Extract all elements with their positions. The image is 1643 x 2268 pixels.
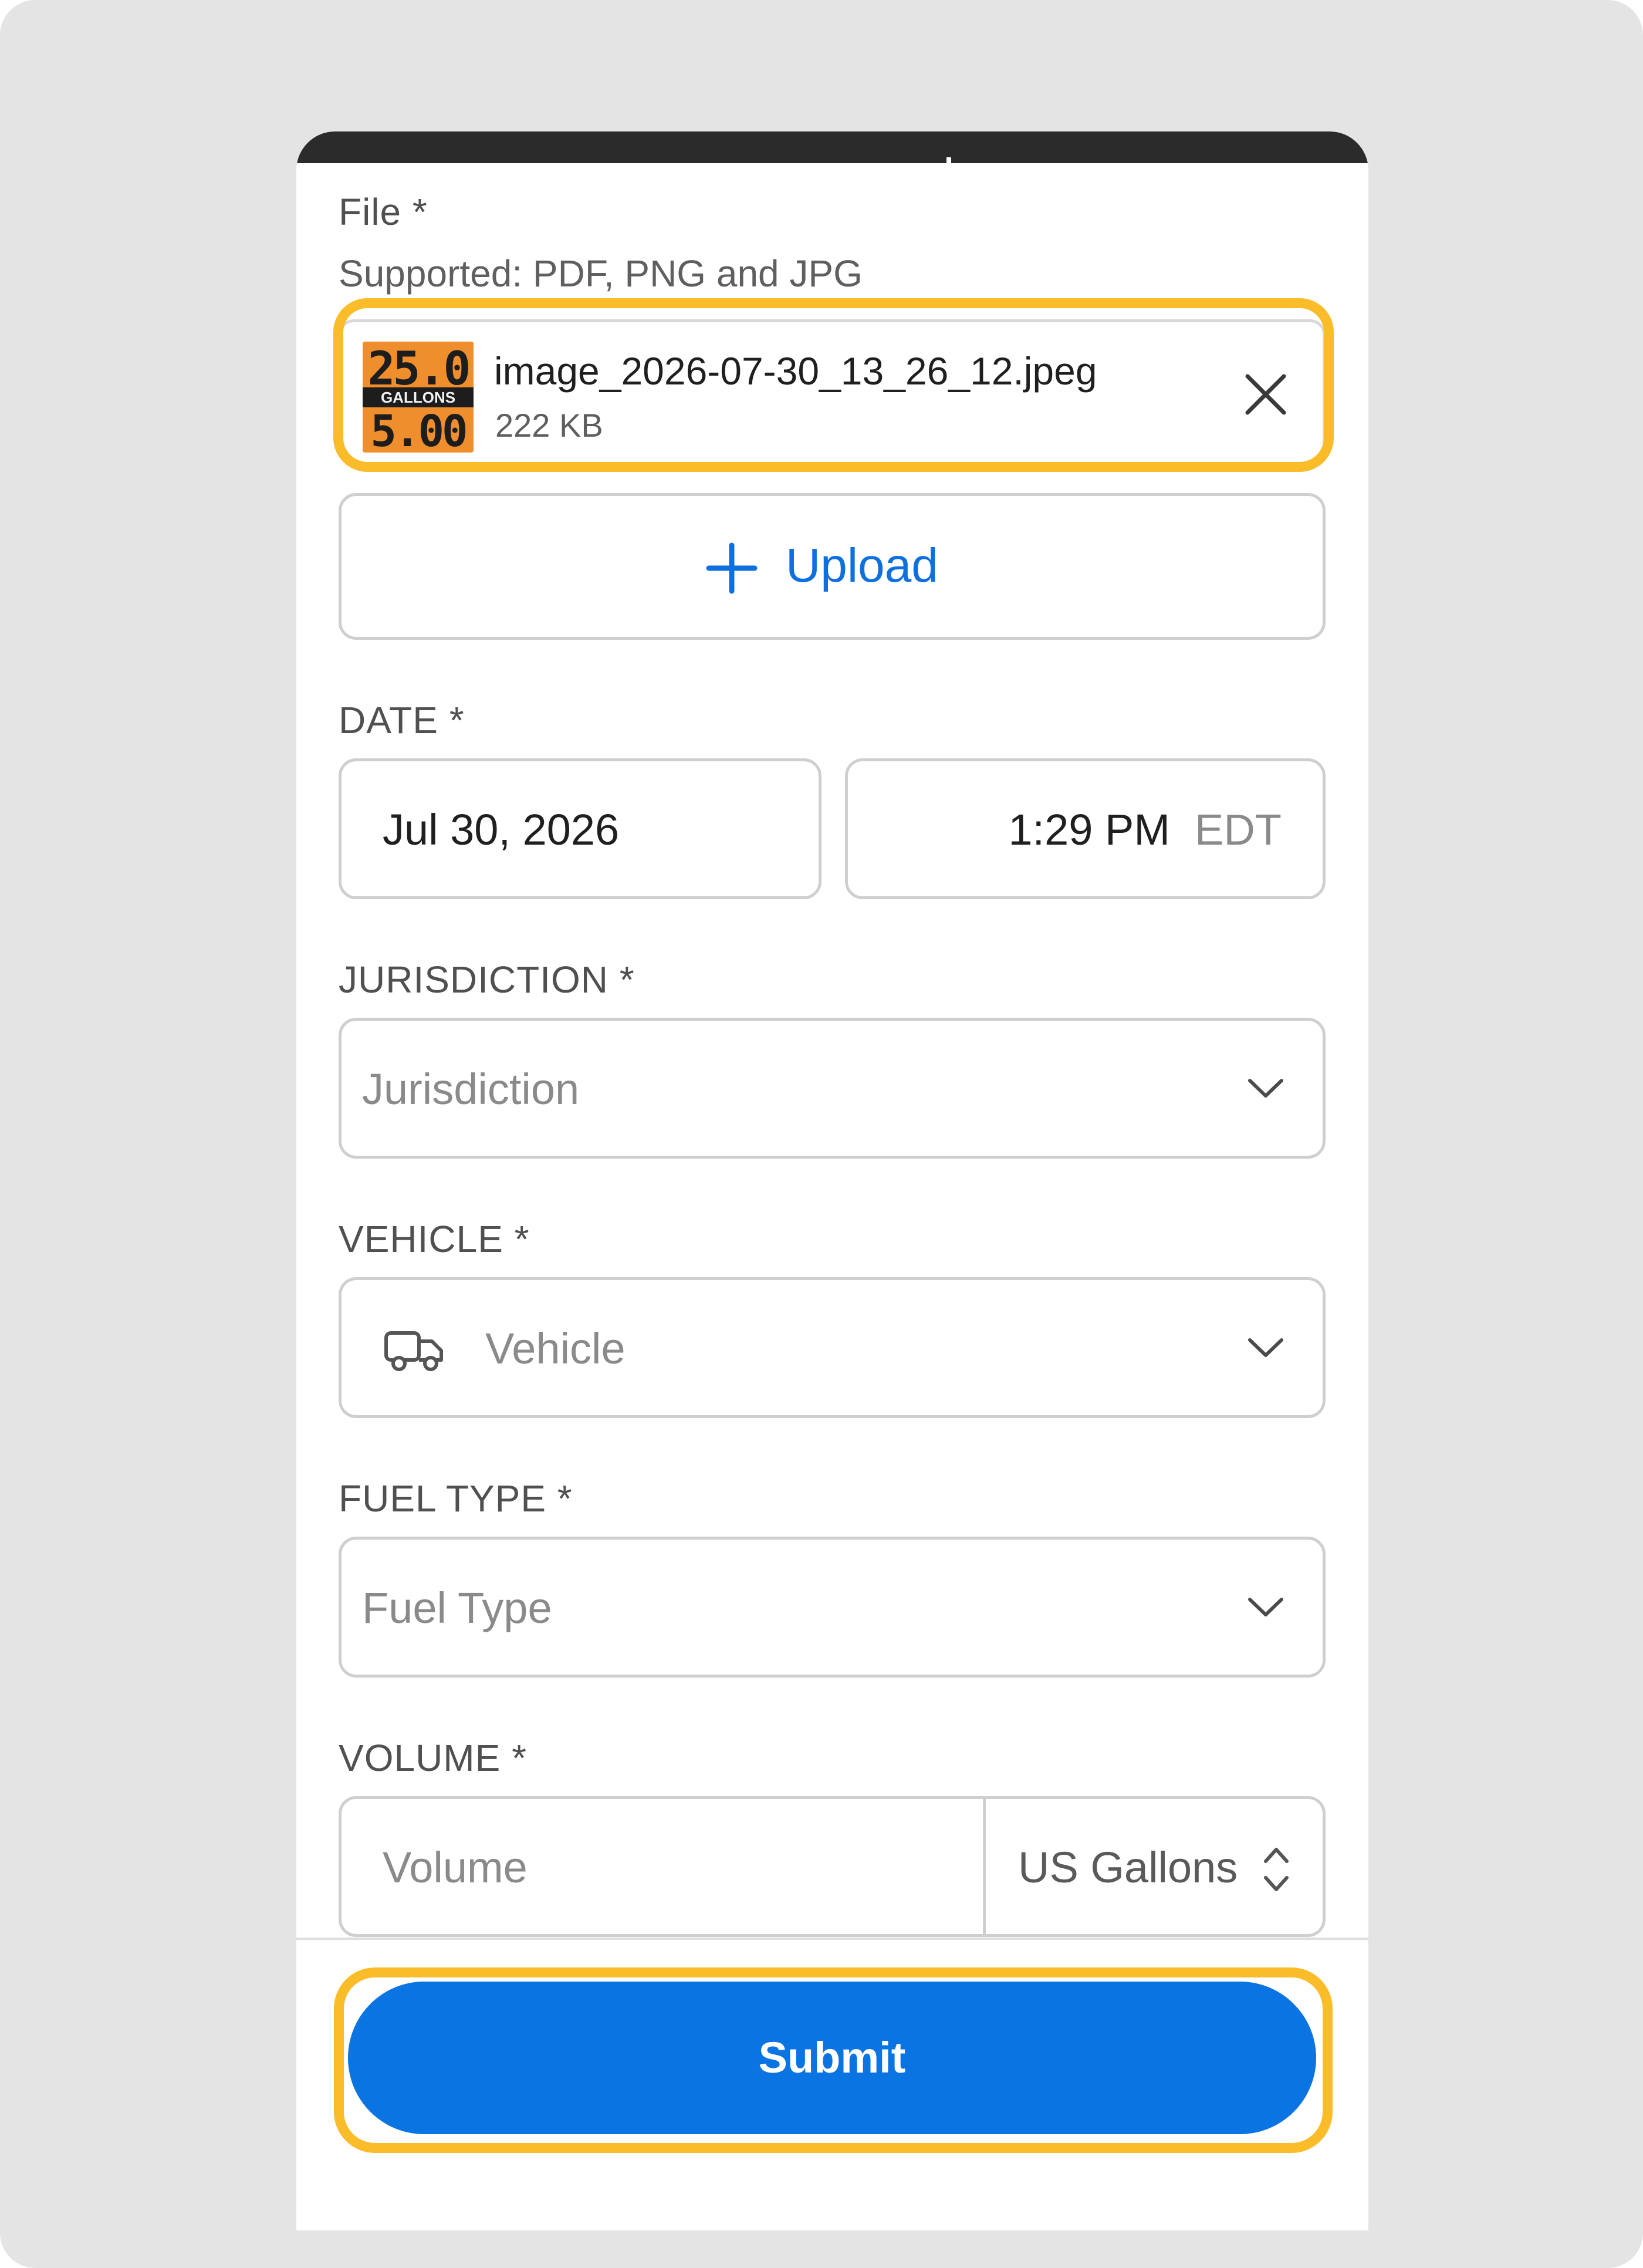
- date-field[interactable]: Jul 30, 2026: [339, 758, 821, 899]
- date-value: Jul 30, 2026: [383, 805, 620, 854]
- volume-group: Volume US Gallons: [339, 1796, 1326, 1937]
- jurisdiction-select[interactable]: Jurisdiction: [339, 1018, 1326, 1159]
- volume-placeholder: Volume: [383, 1843, 528, 1892]
- chevron-down-icon: [1245, 1074, 1286, 1103]
- sort-arrows-icon: [1259, 1840, 1294, 1899]
- volume-unit-value: US Gallons: [1018, 1843, 1238, 1892]
- attachment-card[interactable]: 25.0 GALLONS 5.00 image_2026-07-30_13_26…: [339, 319, 1326, 466]
- attachment-thumbnail: 25.0 GALLONS 5.00: [363, 342, 474, 453]
- time-field[interactable]: 1:29 PM EDT: [845, 758, 1326, 899]
- file-supported-hint: Supported: PDF, PNG and JPG: [339, 252, 863, 295]
- time-value: 1:29 PM: [1008, 805, 1170, 854]
- chevron-down-icon: [1245, 1592, 1286, 1622]
- truck-icon: [383, 1327, 447, 1374]
- close-icon[interactable]: [1239, 368, 1292, 421]
- file-label: File *: [339, 191, 428, 233]
- vehicle-placeholder: Vehicle: [485, 1324, 626, 1373]
- plus-icon: [705, 542, 758, 595]
- attachment-filesize: 222 KB: [495, 407, 603, 444]
- fuel-type-label: FUEL TYPE *: [339, 1477, 573, 1520]
- volume-label: VOLUME *: [339, 1737, 527, 1779]
- timezone-label: EDT: [1195, 805, 1282, 854]
- bottom-divider: [296, 1938, 1368, 1940]
- chevron-down-icon: [1245, 1333, 1286, 1362]
- submit-button[interactable]: Submit: [348, 1982, 1316, 2134]
- upload-label: Upload: [786, 539, 938, 592]
- date-label: DATE *: [339, 699, 465, 741]
- vehicle-label: VEHICLE *: [339, 1218, 530, 1260]
- fuel-type-placeholder: Fuel Type: [362, 1584, 552, 1632]
- upload-button[interactable]: Upload: [339, 493, 1326, 640]
- attachment-filename: image_2026-07-30_13_26_12.jpeg: [494, 349, 1097, 393]
- jurisdiction-label: JURISDICTION *: [339, 959, 635, 1001]
- top-bar: [296, 131, 1368, 163]
- jurisdiction-placeholder: Jurisdiction: [362, 1065, 580, 1113]
- fuel-type-select[interactable]: Fuel Type: [339, 1537, 1326, 1678]
- vehicle-select[interactable]: Vehicle: [339, 1277, 1326, 1418]
- volume-unit-select[interactable]: US Gallons: [986, 1799, 1323, 1934]
- volume-input[interactable]: Volume: [342, 1799, 983, 1934]
- form-screen: File * Supported: PDF, PNG and JPG 25.0 …: [296, 131, 1368, 2230]
